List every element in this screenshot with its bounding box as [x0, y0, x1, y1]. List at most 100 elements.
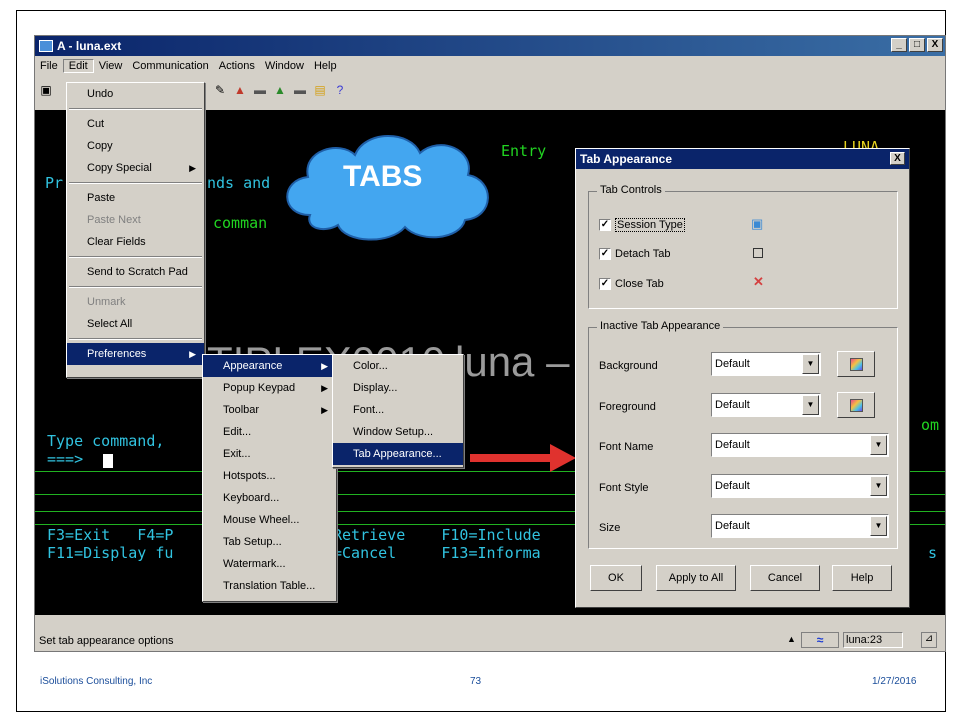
- menu-separator: [69, 338, 202, 340]
- menu-item-translation-table[interactable]: Translation Table...: [203, 575, 336, 597]
- menu-file[interactable]: File: [35, 60, 63, 72]
- menu-item-popup-keypad[interactable]: Popup Keypad ▶: [203, 377, 336, 399]
- help-icon[interactable]: ?: [333, 83, 347, 97]
- tab-controls-label: Tab Controls: [597, 184, 665, 196]
- background-label: Background: [599, 360, 658, 372]
- font-name-label: Font Name: [599, 441, 654, 453]
- submenu-arrow-icon: ▶: [321, 383, 328, 393]
- menu-communication[interactable]: Communication: [127, 60, 213, 72]
- chevron-down-icon[interactable]: ▼: [870, 476, 887, 496]
- menu-separator: [69, 256, 202, 258]
- background-select[interactable]: Default ▼: [711, 352, 821, 376]
- tab-appearance-dialog: Tab Appearance X Tab Controls ✓ Session …: [575, 148, 910, 608]
- menu-item-toolbar[interactable]: Toolbar ▶: [203, 399, 336, 421]
- foreground-label: Foreground: [599, 401, 656, 413]
- red-arrow-icon: [470, 444, 576, 472]
- font-style-value: Default: [715, 480, 750, 492]
- popup-keypad-label: Popup Keypad: [223, 382, 296, 394]
- check-icon: ✓: [599, 219, 611, 231]
- chevron-down-icon[interactable]: ▼: [870, 516, 887, 536]
- menu-actions[interactable]: Actions: [214, 60, 260, 72]
- menu-item-select-all[interactable]: Select All: [67, 313, 204, 335]
- toolbar-label: Toolbar: [223, 404, 260, 416]
- menu-separator: [69, 286, 202, 288]
- transfer-icon[interactable]: ▬: [253, 83, 267, 97]
- menu-item-copy-special[interactable]: Copy Special ▶: [67, 157, 204, 179]
- detach-tab-label: Detach Tab: [615, 248, 671, 260]
- chevron-down-icon[interactable]: ▼: [870, 435, 887, 455]
- background-color-button[interactable]: [837, 351, 875, 377]
- menu-edit[interactable]: Edit: [62, 59, 94, 73]
- menu-item-edit[interactable]: Edit...: [203, 421, 336, 443]
- menu-help[interactable]: Help: [309, 60, 342, 72]
- menu-item-preferences[interactable]: Preferences ▶: [67, 343, 204, 365]
- transfer-list-icon[interactable]: ▬: [293, 83, 307, 97]
- font-style-select[interactable]: Default ▼: [711, 474, 889, 498]
- menu-item-mouse-wheel[interactable]: Mouse Wheel...: [203, 509, 336, 531]
- maximize-button[interactable]: □: [909, 38, 925, 52]
- check-icon: ✓: [599, 248, 611, 260]
- detach-tab-checkbox[interactable]: ✓ Detach Tab: [599, 248, 670, 260]
- chevron-down-icon[interactable]: ▼: [802, 354, 819, 374]
- close-button[interactable]: X: [927, 38, 943, 52]
- menu-item-font[interactable]: Font...: [333, 399, 463, 421]
- menu-item-undo[interactable]: Undo: [67, 83, 204, 105]
- help-button[interactable]: Help: [832, 565, 892, 591]
- session-icon[interactable]: ▣: [39, 83, 53, 97]
- cloud-label: TABS: [343, 160, 423, 193]
- minimize-button[interactable]: _: [891, 38, 907, 52]
- menu-view[interactable]: View: [94, 60, 128, 72]
- menu-item-display[interactable]: Display...: [333, 377, 463, 399]
- menu-item-tab-setup[interactable]: Tab Setup...: [203, 531, 336, 553]
- menu-item-unmark: Unmark: [87, 296, 126, 308]
- foreground-select[interactable]: Default ▼: [711, 393, 821, 417]
- ok-button[interactable]: OK: [590, 565, 642, 591]
- menu-item-color[interactable]: Color...: [333, 355, 463, 377]
- term-pr: Pr: [45, 174, 64, 192]
- menu-item-exit[interactable]: Exit...: [203, 443, 336, 465]
- menu-item-hotspots[interactable]: Hotspots...: [203, 465, 336, 487]
- footer-company: iSolutions Consulting, Inc: [40, 676, 153, 687]
- term-entry: Entry: [501, 142, 547, 160]
- detach-icon: [753, 248, 763, 258]
- menu-item-cut[interactable]: Cut: [67, 113, 204, 135]
- term-fkeys-1b: Retrieve F10=Include: [333, 526, 541, 544]
- terminal-cursor: [103, 454, 113, 468]
- term-comman: comman: [213, 214, 268, 232]
- apply-to-all-button[interactable]: Apply to All: [656, 565, 736, 591]
- menu-window[interactable]: Window: [260, 60, 309, 72]
- font-name-select[interactable]: Default ▼: [711, 433, 889, 457]
- inactive-tab-label: Inactive Tab Appearance: [597, 320, 724, 332]
- scroll-up-icon[interactable]: ▲: [787, 634, 796, 644]
- session-type-checkbox[interactable]: ✓ Session Type: [599, 218, 685, 232]
- cancel-button[interactable]: Cancel: [750, 565, 820, 591]
- resize-grip-icon[interactable]: ⊿: [921, 632, 937, 648]
- menu-item-clear-fields[interactable]: Clear Fields: [67, 231, 204, 253]
- transfer-send-icon[interactable]: ▲: [233, 83, 247, 97]
- menu-separator: [69, 182, 202, 184]
- size-select[interactable]: Default ▼: [711, 514, 889, 538]
- foreground-color-button[interactable]: [837, 392, 875, 418]
- menu-item-copy[interactable]: Copy: [67, 135, 204, 157]
- menu-item-keyboard[interactable]: Keyboard...: [203, 487, 336, 509]
- chevron-down-icon[interactable]: ▼: [802, 395, 819, 415]
- menu-item-tab-appearance[interactable]: Tab Appearance...: [333, 443, 463, 465]
- menu-item-appearance[interactable]: Appearance ▶: [203, 355, 336, 377]
- dialog-title: Tab Appearance: [580, 152, 673, 166]
- menu-item-send-scratch[interactable]: Send to Scratch Pad: [67, 261, 204, 283]
- macro-icon[interactable]: ✎: [213, 83, 227, 97]
- term-type-command: Type command,: [47, 432, 165, 450]
- submenu-arrow-icon: ▶: [321, 405, 328, 415]
- term-s: s: [928, 544, 938, 562]
- term-fkeys-1a: F3=Exit F4=P: [47, 526, 174, 544]
- menu-item-paste[interactable]: Paste: [67, 187, 204, 209]
- dialog-close-button[interactable]: X: [890, 152, 905, 165]
- size-value: Default: [715, 520, 750, 532]
- menu-item-window-setup[interactable]: Window Setup...: [333, 421, 463, 443]
- menu-separator: [69, 108, 202, 110]
- notepad-icon[interactable]: ▤: [313, 83, 327, 97]
- transfer-receive-icon[interactable]: ▲: [273, 83, 287, 97]
- close-tab-checkbox[interactable]: ✓ Close Tab: [599, 278, 664, 290]
- footer-date: 1/27/2016: [872, 676, 917, 687]
- menu-item-watermark[interactable]: Watermark...: [203, 553, 336, 575]
